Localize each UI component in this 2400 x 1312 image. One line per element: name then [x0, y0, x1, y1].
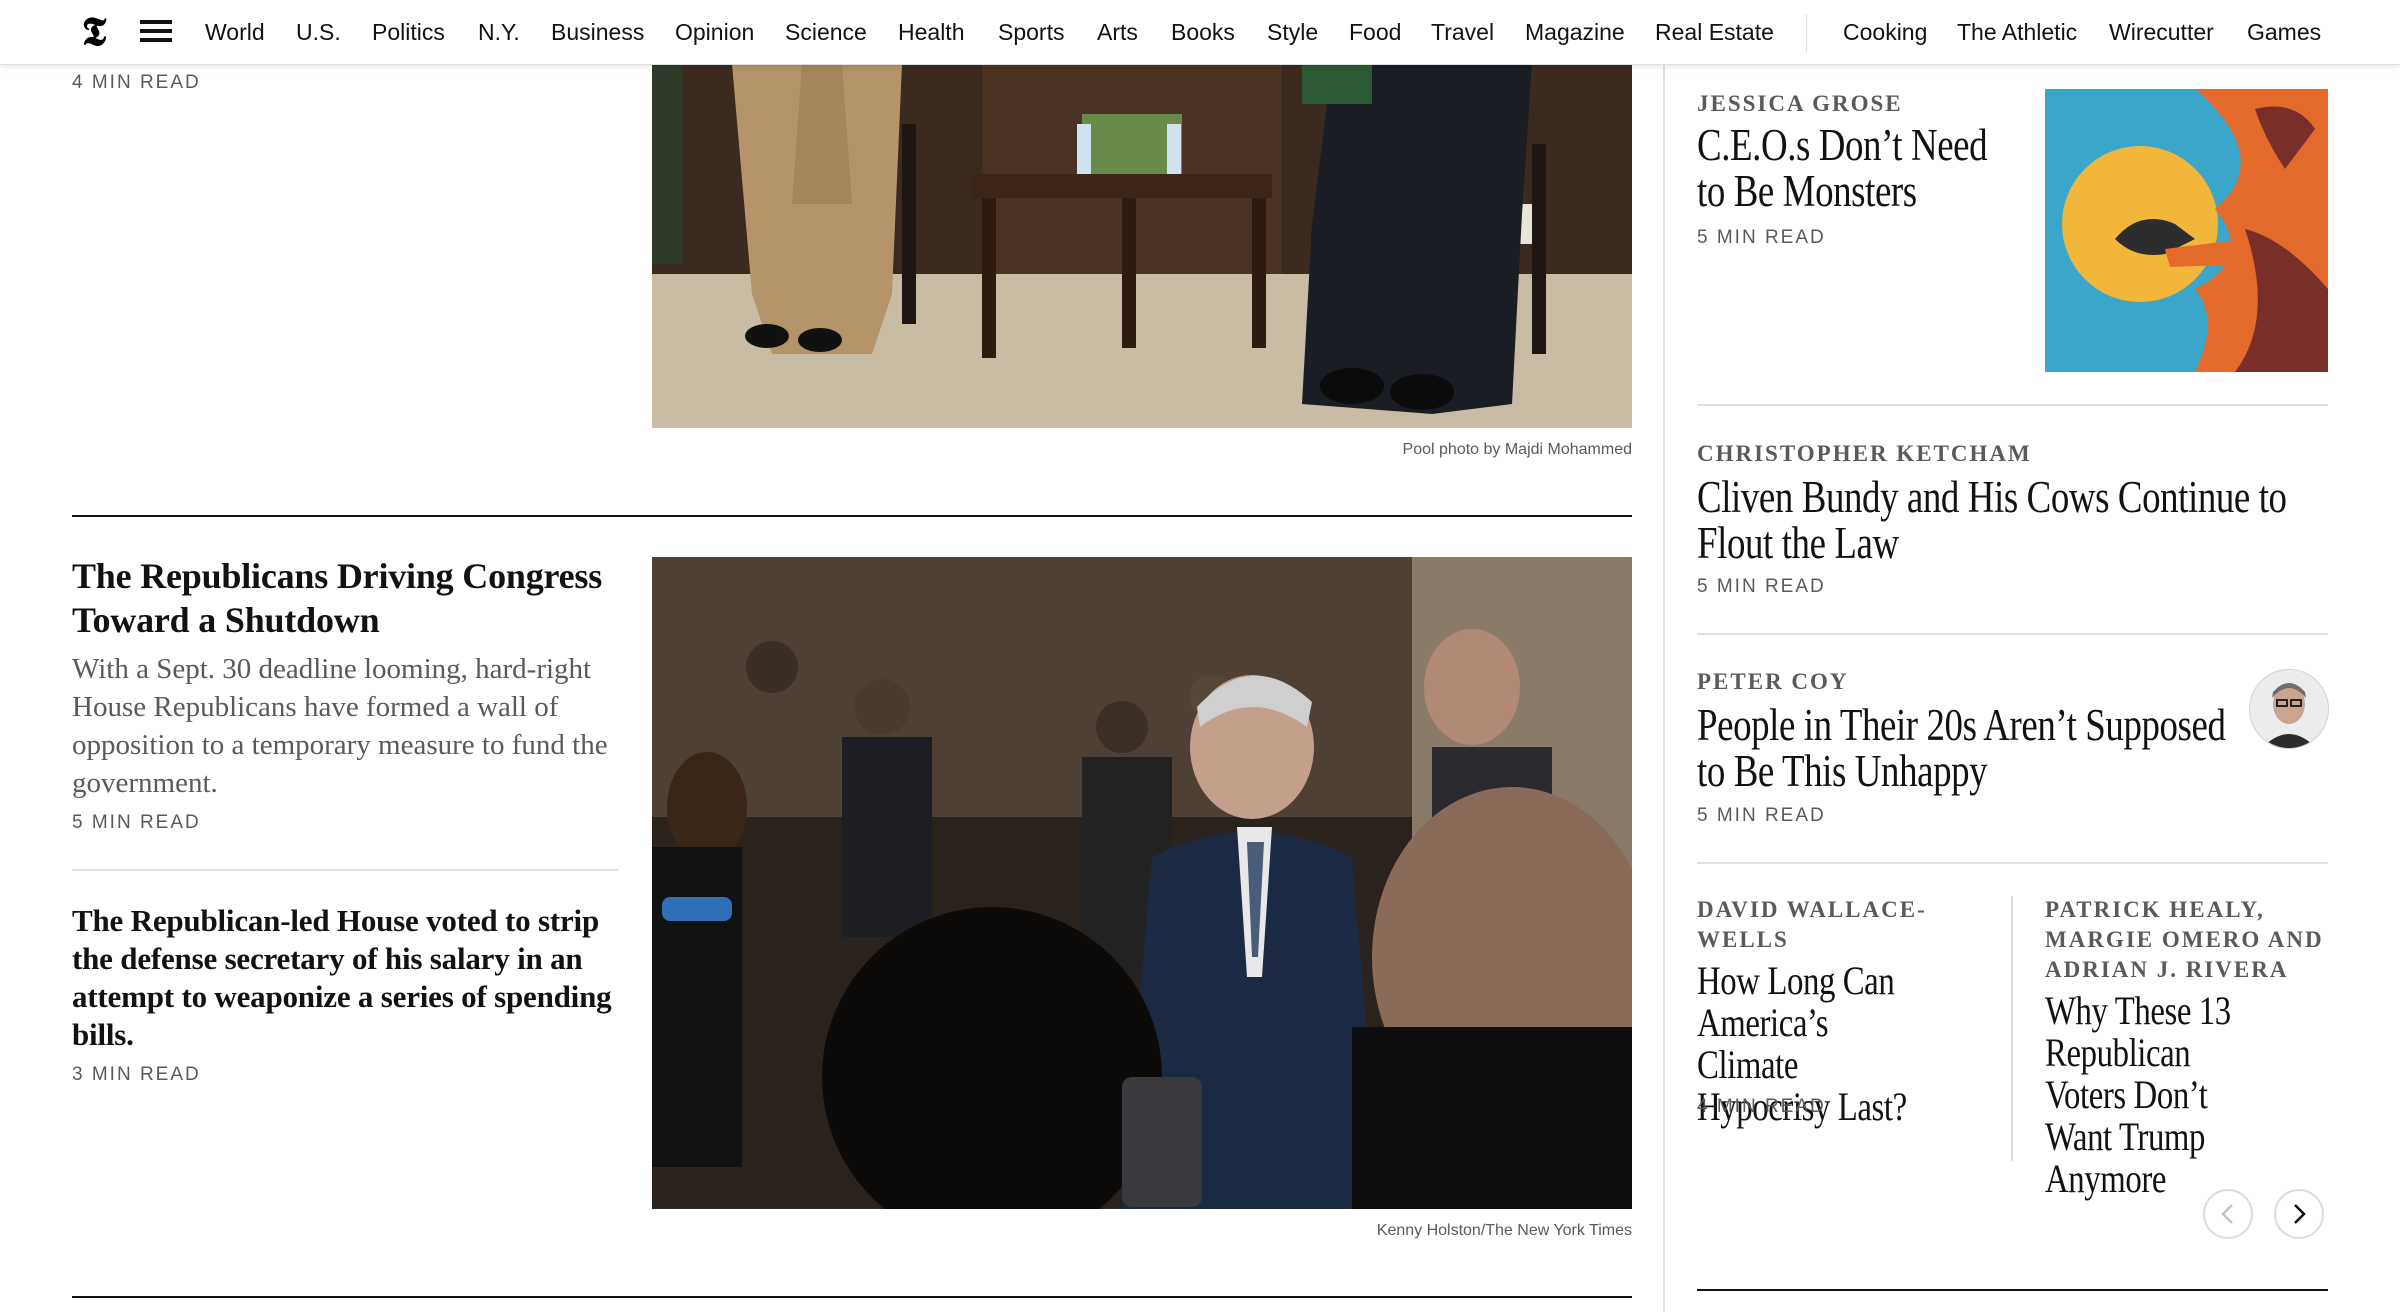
nav-item-style[interactable]: Style — [1267, 0, 1318, 64]
nav-item-travel[interactable]: Travel — [1431, 0, 1494, 64]
nav-item-opinion[interactable]: Opinion — [675, 0, 754, 64]
nav-item-health[interactable]: Health — [898, 0, 964, 64]
opinion-read-time: 5 MIN READ — [1697, 805, 1826, 826]
nav-item-games[interactable]: Games — [2247, 0, 2321, 64]
nav-item-magazine[interactable]: Magazine — [1525, 0, 1625, 64]
author-headshot[interactable] — [2249, 669, 2329, 749]
lead-story-summary[interactable]: With a Sept. 30 deadline looming, hard-r… — [72, 650, 632, 802]
opinion-divider — [1697, 862, 2328, 864]
nav-item-us[interactable]: U.S. — [296, 0, 341, 64]
illustration-graphic — [2045, 89, 2328, 372]
nav-separator — [1806, 14, 1807, 52]
lead-story-read-time: 5 MIN READ — [72, 812, 201, 833]
nav-item-food[interactable]: Food — [1349, 0, 1401, 64]
carousel-next-button[interactable] — [2274, 1189, 2324, 1239]
opinion-byline[interactable]: Christopher Ketcham — [1697, 439, 2317, 469]
opinion-byline[interactable]: David Wallace-Wells — [1697, 895, 1957, 955]
lead-story-photo-credit: Kenny Holston/The New York Times — [1376, 1222, 1632, 1239]
opinion-read-time: 5 MIN READ — [1697, 576, 1826, 597]
top-story-read-time: 4 MIN READ — [72, 72, 201, 93]
press-scene-graphic — [652, 557, 1632, 1209]
section-divider-bottom — [72, 1296, 1632, 1298]
lead-story-photo[interactable] — [652, 557, 1632, 1209]
opinion-divider — [1697, 633, 2328, 635]
nav-item-politics[interactable]: Politics — [372, 0, 445, 64]
opinion-headline[interactable]: Cliven Bundy and His Cows Continue to Fl… — [1697, 474, 2304, 566]
opinion-byline[interactable]: Jessica Grose — [1697, 89, 2027, 119]
lead-story-headline[interactable]: The Republicans Driving Congress Toward … — [72, 554, 632, 642]
nav-item-cooking[interactable]: Cooking — [1843, 0, 1927, 64]
nav-item-ny[interactable]: N.Y. — [478, 0, 520, 64]
nav-item-world[interactable]: World — [205, 0, 265, 64]
column-divider — [1663, 64, 1665, 1312]
opinion-byline[interactable]: Patrick Healy, Margie Omero and Adrian J… — [2045, 895, 2335, 985]
opinion-column-divider — [2011, 896, 2013, 1161]
nav-item-wirecutter[interactable]: Wirecutter — [2109, 0, 2214, 64]
top-story-photo-credit: Pool photo by Majdi Mohammed — [1402, 441, 1632, 458]
nav-item-science[interactable]: Science — [785, 0, 867, 64]
chevron-right-icon — [2294, 1204, 2306, 1224]
meeting-scene-graphic — [652, 64, 1632, 428]
opinion-headline[interactable]: C.E.O.s Don’t Need to Be Monsters — [1697, 122, 2000, 214]
nav-item-business[interactable]: Business — [551, 0, 644, 64]
opinion-headline[interactable]: People in Their 20s Aren’t Supposed to B… — [1697, 702, 2238, 794]
section-divider — [72, 515, 1632, 517]
opinion-bottom-divider — [1697, 1289, 2328, 1291]
opinion-divider — [1697, 404, 2328, 406]
hamburger-menu-icon[interactable] — [140, 20, 172, 42]
opinion-read-time: 4 MIN READ — [1697, 1096, 1826, 1117]
opinion-read-time: 5 MIN READ — [1697, 227, 1826, 248]
nav-item-the-athletic[interactable]: The Athletic — [1957, 0, 2077, 64]
opinion-byline[interactable]: Peter Coy — [1697, 667, 2197, 697]
secondary-story-headline[interactable]: The Republican-led House voted to strip … — [72, 902, 632, 1054]
nav-item-real-estate[interactable]: Real Estate — [1655, 0, 1774, 64]
nav-item-sports[interactable]: Sports — [998, 0, 1064, 64]
top-story-photo[interactable] — [652, 64, 1632, 428]
headshot-graphic — [2250, 670, 2328, 748]
secondary-story-read-time: 3 MIN READ — [72, 1064, 201, 1085]
opinion-headline[interactable]: Why These 13 Republican Voters Don’t Wan… — [2045, 990, 2275, 1200]
carousel-prev-button[interactable] — [2203, 1189, 2253, 1239]
top-navigation-bar: 𝕿 World U.S. Politics N.Y. Business Opin… — [0, 0, 2400, 65]
nav-item-books[interactable]: Books — [1171, 0, 1235, 64]
bird-on-hand-illustration[interactable] — [2045, 89, 2328, 372]
nav-item-arts[interactable]: Arts — [1097, 0, 1138, 64]
nyt-logo-icon[interactable]: 𝕿 — [74, 8, 114, 56]
chevron-left-icon — [2221, 1204, 2233, 1224]
story-divider — [72, 869, 618, 871]
